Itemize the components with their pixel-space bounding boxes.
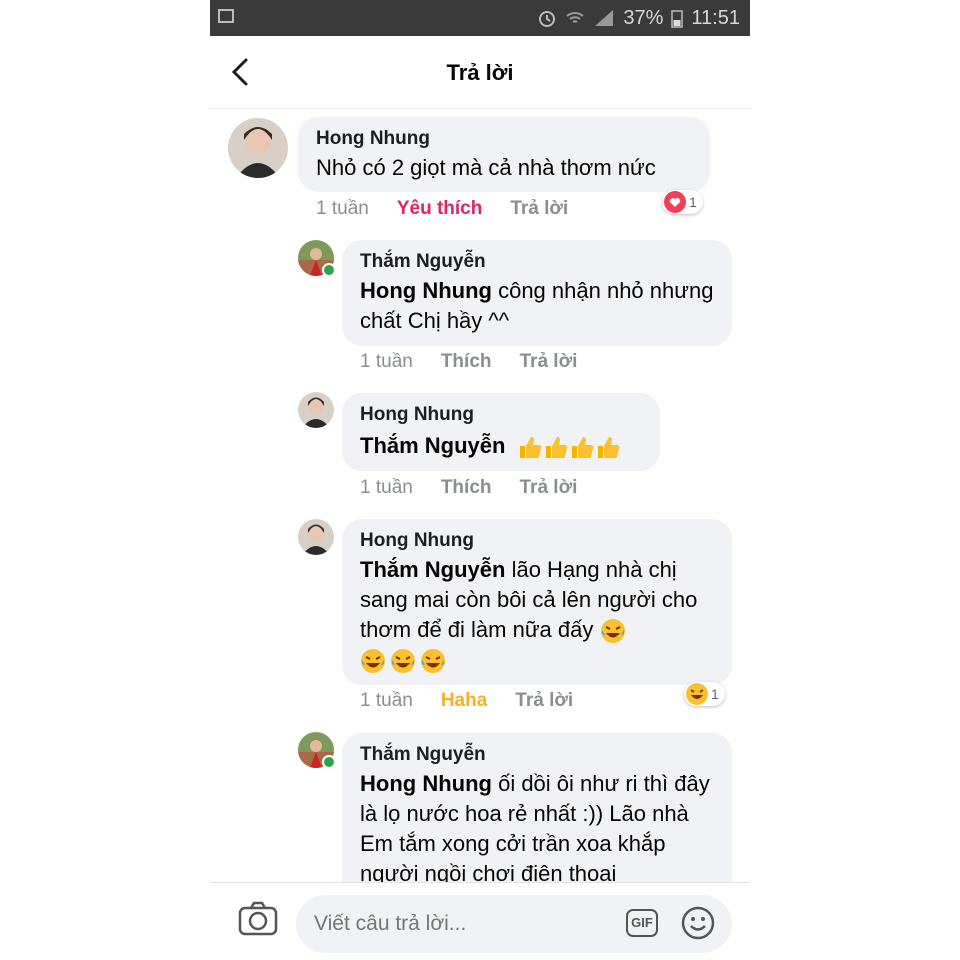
thumbs-up-icon	[545, 437, 567, 459]
comment-text: Thắm Nguyễn lão Hạng nhà chị sang mai cò…	[360, 555, 714, 675]
comment-time[interactable]: 1 tuần	[360, 477, 413, 499]
camera-icon	[238, 901, 278, 936]
mention[interactable]: Hong Nhung	[360, 278, 492, 303]
like-button[interactable]: Haha	[441, 690, 487, 712]
reply-button[interactable]: Trả lời	[520, 477, 578, 499]
reply-input-box: GIF	[296, 895, 732, 953]
tears-of-joy-icon	[361, 649, 385, 674]
battery-icon	[671, 10, 684, 28]
gallery-notification-icon	[218, 9, 234, 23]
mention[interactable]: Thắm Nguyễn	[360, 557, 505, 582]
like-button[interactable]: Yêu thích	[397, 198, 483, 220]
comment-author[interactable]: Hong Nhung	[360, 403, 642, 427]
comment-bubble[interactable]: Hong Nhung Nhỏ có 2 giọt mà cả nhà thơm …	[298, 117, 710, 192]
clock: 11:51	[691, 6, 740, 29]
comment-text: Thắm Nguyễn	[360, 431, 642, 461]
comment-actions: 1 tuần Thích Trả lời	[360, 351, 577, 373]
reply-button[interactable]: Trả lời	[510, 198, 568, 220]
gif-button[interactable]: GIF	[626, 909, 658, 937]
comment-text: Nhỏ có 2 giọt mà cả nhà thơm nức	[316, 155, 656, 180]
comment-author[interactable]: Hong Nhung	[316, 127, 692, 151]
mention[interactable]: Thắm Nguyễn	[360, 433, 505, 458]
signal-icon	[595, 10, 614, 26]
header: Trả lời	[210, 36, 750, 109]
reply-button[interactable]: Trả lời	[520, 351, 578, 373]
avatar[interactable]	[298, 519, 334, 555]
comment-text: Hong Nhung công nhận nhỏ nhưng chất Chị …	[360, 276, 714, 336]
phone-screen: 37% 11:51 Trả lời Hong Nhung Nhỏ có 2 gi…	[210, 0, 750, 960]
reply-composer: GIF	[210, 882, 750, 960]
thumbs-up-icon	[597, 437, 619, 459]
emoji-button[interactable]	[681, 906, 715, 945]
wifi-icon	[566, 12, 585, 23]
status-bar: 37% 11:51	[210, 0, 750, 36]
haha-icon	[686, 683, 708, 705]
thumbs-up-icon	[519, 437, 541, 459]
comment-text: Hong Nhung ối dồi ôi như ri thì đây là l…	[360, 769, 714, 889]
comment-actions: 1 tuần Haha Trả lời	[360, 690, 573, 712]
smiley-icon	[681, 906, 715, 940]
comment-actions: 1 tuần Yêu thích Trả lời	[316, 198, 568, 220]
online-indicator	[322, 755, 336, 769]
reply-input[interactable]	[314, 895, 594, 953]
comment-bubble[interactable]: Hong Nhung Thắm Nguyễn	[342, 393, 660, 471]
comment-time[interactable]: 1 tuần	[316, 198, 369, 220]
reaction-badge[interactable]: 1	[684, 682, 725, 706]
comment-author[interactable]: Hong Nhung	[360, 529, 714, 553]
reaction-count: 1	[711, 686, 719, 702]
comment-bubble[interactable]: Thắm Nguyễn Hong Nhung ối dồi ôi như ri …	[342, 733, 732, 903]
page-title: Trả lời	[446, 60, 514, 85]
comment-bubble[interactable]: Hong Nhung Thắm Nguyễn lão Hạng nhà chị …	[342, 519, 732, 685]
comment-bubble[interactable]: Thắm Nguyễn Hong Nhung công nhận nhỏ như…	[342, 240, 732, 346]
reply-button[interactable]: Trả lời	[515, 690, 573, 712]
tears-of-joy-icon	[600, 619, 625, 644]
reaction-count: 1	[689, 194, 697, 210]
reaction-badge[interactable]: 1	[662, 190, 703, 214]
like-button[interactable]: Thích	[441, 351, 492, 373]
tears-of-joy-icon	[421, 649, 445, 674]
thumbs-up-emojis	[516, 433, 620, 459]
mention[interactable]: Hong Nhung	[360, 771, 492, 796]
like-button[interactable]: Thích	[441, 477, 492, 499]
comment-author[interactable]: Thắm Nguyễn	[360, 250, 714, 274]
heart-icon	[664, 191, 686, 213]
comment-time[interactable]: 1 tuần	[360, 351, 413, 373]
battery-percent: 37%	[623, 6, 664, 29]
status-bar-right: 37% 11:51	[537, 5, 740, 31]
comment-actions: 1 tuần Thích Trả lời	[360, 477, 577, 499]
camera-button[interactable]	[238, 901, 278, 942]
avatar[interactable]	[228, 118, 288, 178]
avatar[interactable]	[298, 392, 334, 428]
thumbs-up-icon	[571, 437, 593, 459]
comment-author[interactable]: Thắm Nguyễn	[360, 743, 714, 767]
online-indicator	[322, 263, 336, 277]
comment-time[interactable]: 1 tuần	[360, 690, 413, 712]
reply-sheet: Trả lời Hong Nhung Nhỏ có 2 giọt mà cả n…	[210, 36, 750, 960]
alarm-icon	[539, 11, 556, 27]
tears-of-joy-icon	[391, 649, 415, 674]
